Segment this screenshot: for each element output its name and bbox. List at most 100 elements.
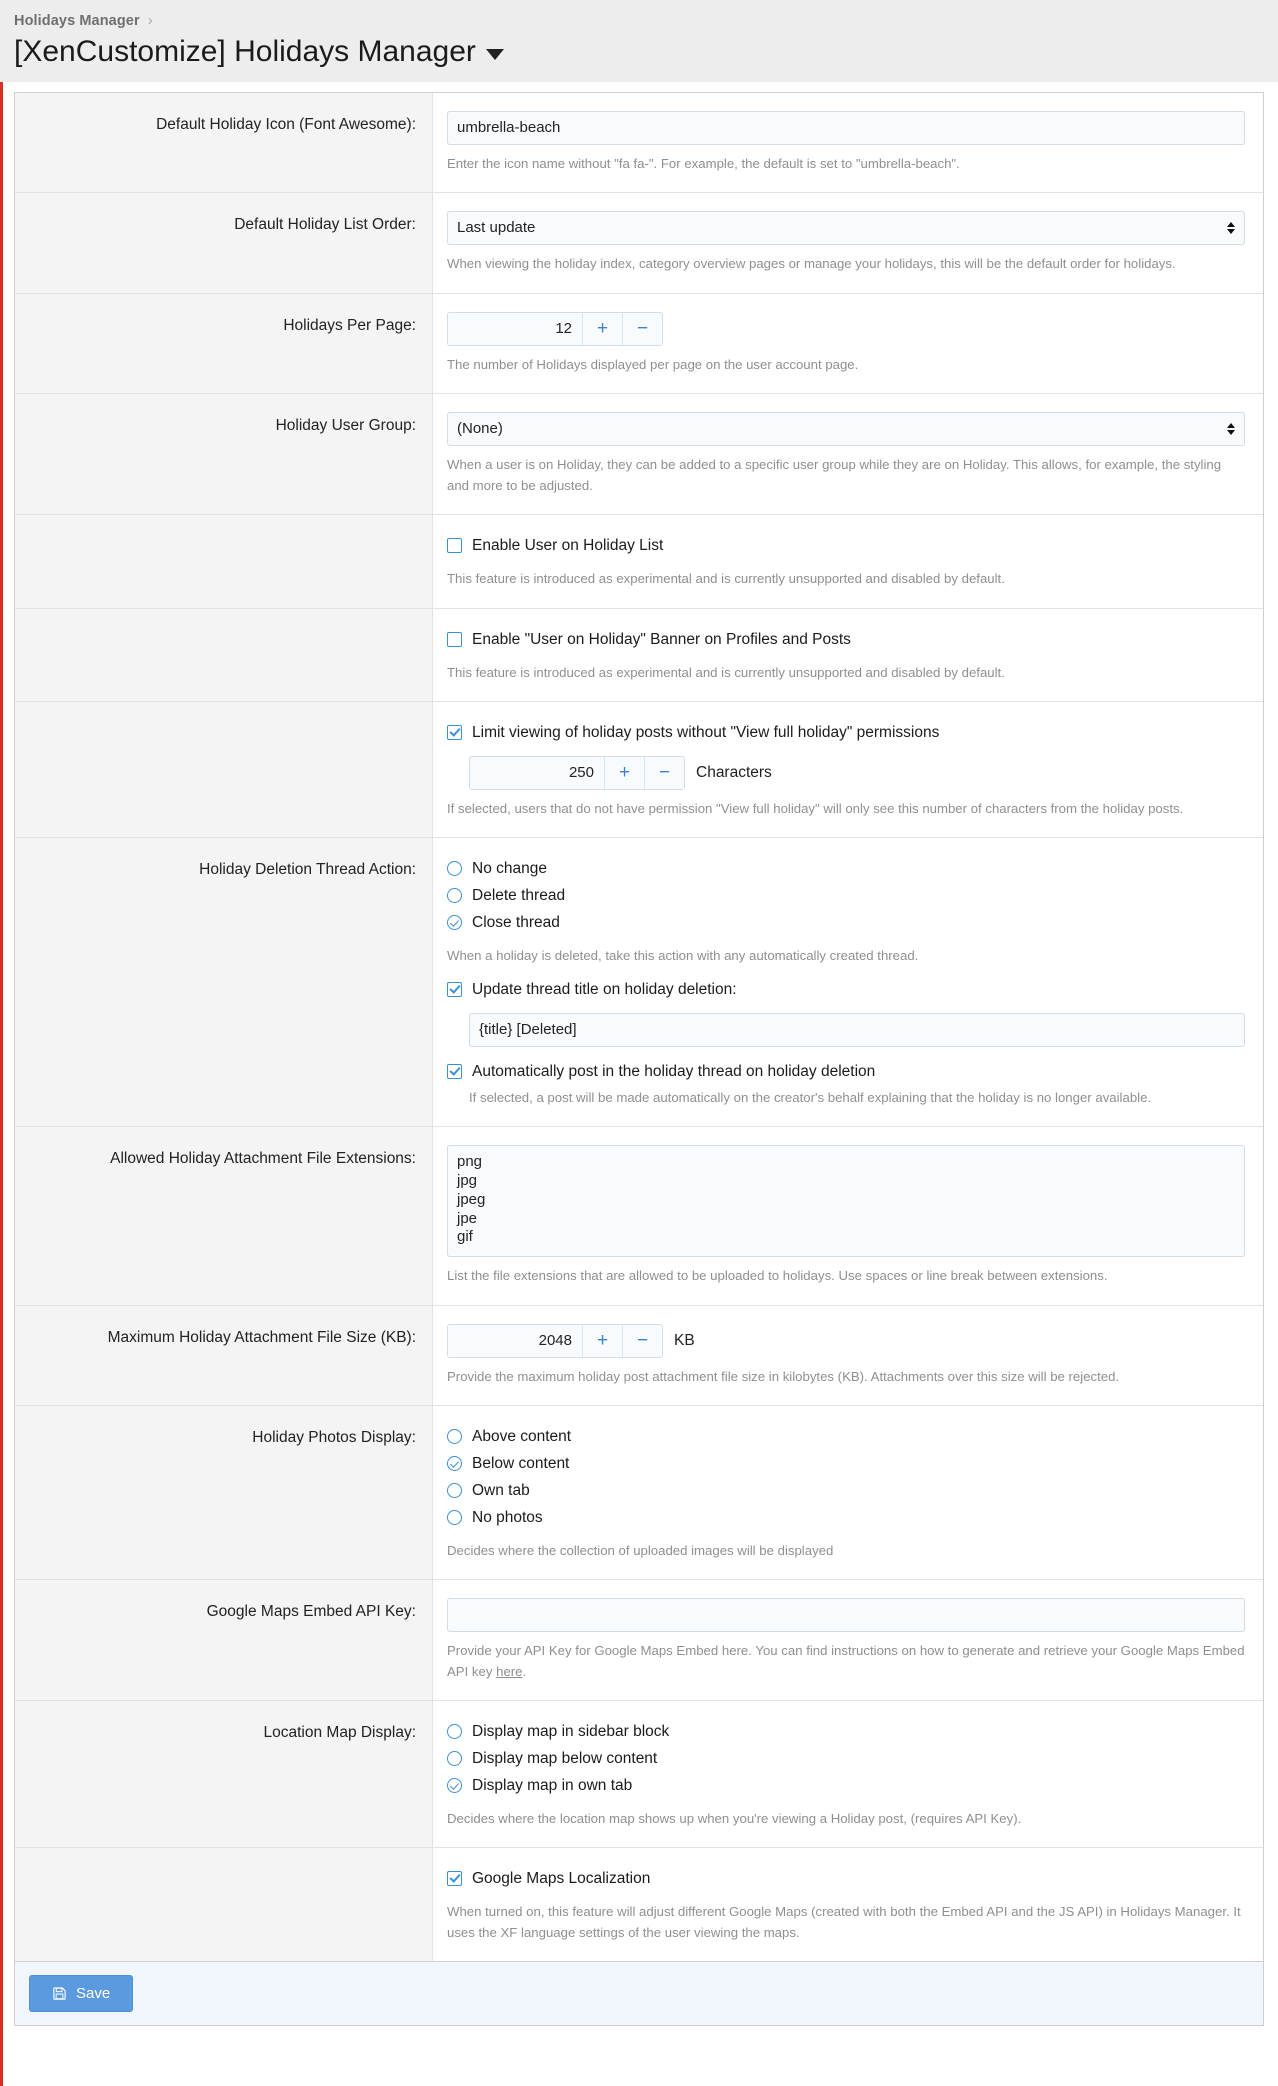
radio-checked-icon[interactable] [447, 915, 462, 931]
maps-api-key-input[interactable] [447, 1598, 1245, 1633]
limit-viewing-checkbox-row[interactable]: Limit viewing of holiday posts without "… [447, 720, 1245, 747]
explain-map-display: Decides where the location map shows up … [447, 1810, 1022, 1826]
field-photos-display: Above content Below content Own tab No p… [433, 1406, 1263, 1580]
radio-option-map-sidebar-label: Display map in sidebar block [472, 1723, 670, 1741]
radio-option-close-thread-label: Close thread [472, 914, 560, 932]
limit-viewing-decrement-button[interactable]: − [644, 756, 684, 789]
select-arrows-icon [1227, 423, 1235, 436]
row-maps-api-key: Google Maps Embed API Key: Provide your … [15, 1580, 1263, 1702]
checkbox-checked-icon[interactable] [447, 981, 462, 997]
radio-option-no-photos[interactable]: No photos [447, 1505, 1245, 1532]
enable-user-holiday-list-checkbox-row[interactable]: Enable User on Holiday List [447, 533, 1245, 560]
limit-viewing-increment-button[interactable]: + [604, 756, 644, 789]
holidays-per-page-spinner: 12 + − [447, 311, 663, 346]
photos-display-radio-group: Above content Below content Own tab No p… [447, 1424, 1245, 1532]
row-map-display: Location Map Display: Display map in sid… [15, 1701, 1263, 1849]
radio-option-close-thread[interactable]: Close thread [447, 910, 1245, 937]
field-enable-holiday-banner: Enable "User on Holiday" Banner on Profi… [433, 608, 1263, 702]
auto-post-label: Automatically post in the holiday thread… [472, 1062, 876, 1080]
checkbox-checked-icon[interactable] [447, 1871, 462, 1887]
explain-max-attachment-size: Provide the maximum holiday post attachm… [447, 1368, 1120, 1384]
holidays-per-page-input[interactable]: 12 [448, 312, 582, 345]
default-list-order-select[interactable]: Last update [447, 211, 1245, 246]
maps-localization-checkbox-row[interactable]: Google Maps Localization [447, 1866, 1245, 1893]
field-deletion-thread-action: No change Delete thread Close thread Whe… [433, 838, 1263, 1127]
save-button-label: Save [76, 1985, 111, 2003]
radio-option-map-own-tab[interactable]: Display map in own tab [447, 1773, 1245, 1800]
allowed-extensions-textarea[interactable]: png jpg jpeg jpe gif [447, 1145, 1245, 1258]
radio-icon[interactable] [447, 1429, 462, 1445]
max-attachment-size-increment-button[interactable]: + [582, 1324, 622, 1357]
radio-option-map-sidebar[interactable]: Display map in sidebar block [447, 1719, 1245, 1746]
explain-allowed-extensions: List the file extensions that are allowe… [447, 1268, 1108, 1284]
auto-post-checkbox-row[interactable]: Automatically post in the holiday thread… [447, 1059, 1245, 1086]
row-enable-user-holiday-list: Enable User on Holiday List This feature… [15, 515, 1263, 609]
row-max-attachment-size: Maximum Holiday Attachment File Size (KB… [15, 1305, 1263, 1407]
radio-icon[interactable] [447, 888, 462, 904]
row-allowed-extensions: Allowed Holiday Attachment File Extensio… [15, 1127, 1263, 1306]
save-button[interactable]: Save [29, 1975, 134, 2013]
checkbox-icon[interactable] [447, 538, 462, 554]
radio-option-above-content-label: Above content [472, 1428, 572, 1446]
explain-enable-user-holiday-list: This feature is introduced as experiment… [447, 571, 1005, 587]
label-default-holiday-icon: Default Holiday Icon (Font Awesome): [15, 93, 433, 193]
label-map-display: Location Map Display: [15, 1701, 433, 1848]
label-max-attachment-size: Maximum Holiday Attachment File Size (KB… [15, 1305, 433, 1406]
label-holidays-per-page: Holidays Per Page: [15, 293, 433, 394]
radio-icon[interactable] [447, 1751, 462, 1767]
max-attachment-size-decrement-button[interactable]: − [622, 1324, 662, 1357]
holiday-user-group-selected-value: (None) [457, 420, 503, 438]
explain-deletion-thread-action: When a holiday is deleted, take this act… [447, 948, 919, 964]
radio-option-map-below-content[interactable]: Display map below content [447, 1746, 1245, 1773]
radio-option-delete-thread[interactable]: Delete thread [447, 883, 1245, 910]
checkbox-checked-icon[interactable] [447, 1063, 462, 1079]
update-thread-title-label: Update thread title on holiday deletion: [472, 980, 737, 998]
field-map-display: Display map in sidebar block Display map… [433, 1701, 1263, 1848]
row-default-list-order: Default Holiday List Order: Last update … [15, 193, 1263, 294]
update-thread-title-checkbox-row[interactable]: Update thread title on holiday deletion: [447, 977, 1245, 1004]
radio-icon[interactable] [447, 861, 462, 877]
label-maps-localization [15, 1848, 433, 1962]
radio-checked-icon[interactable] [447, 1778, 462, 1794]
checkbox-icon[interactable] [447, 631, 462, 647]
explain-maps-localization: When turned on, this feature will adjust… [447, 1904, 1241, 1940]
row-limit-viewing: Limit viewing of holiday posts without "… [15, 702, 1263, 839]
field-holidays-per-page: 12 + − The number of Holidays displayed … [433, 293, 1263, 394]
update-thread-title-input-wrap: {title} [Deleted] [469, 1012, 1245, 1047]
row-photos-display: Holiday Photos Display: Above content Be… [15, 1406, 1263, 1581]
holidays-per-page-decrement-button[interactable]: − [622, 312, 662, 345]
radio-option-own-tab[interactable]: Own tab [447, 1478, 1245, 1505]
label-deletion-thread-action: Holiday Deletion Thread Action: [15, 838, 433, 1127]
limit-viewing-spinner: 250 + − [469, 755, 685, 790]
checkbox-checked-icon[interactable] [447, 725, 462, 741]
explain-default-list-order: When viewing the holiday index, category… [447, 256, 1176, 272]
label-enable-holiday-banner [15, 608, 433, 702]
breadcrumb-item-holidays-manager[interactable]: Holidays Manager [14, 13, 140, 29]
enable-holiday-banner-checkbox-row[interactable]: Enable "User on Holiday" Banner on Profi… [447, 627, 1245, 654]
explain-enable-holiday-banner: This feature is introduced as experiment… [447, 664, 1005, 680]
update-thread-title-input[interactable]: {title} [Deleted] [469, 1012, 1245, 1047]
default-holiday-icon-input[interactable]: umbrella-beach [447, 111, 1245, 145]
max-attachment-size-input[interactable]: 2048 [448, 1324, 582, 1357]
holidays-per-page-increment-button[interactable]: + [582, 312, 622, 345]
explain-holiday-user-group: When a user is on Holiday, they can be a… [447, 457, 1222, 493]
radio-checked-icon[interactable] [447, 1456, 462, 1472]
limit-viewing-stepper: 250 + − Characters [469, 755, 1245, 790]
radio-option-below-content[interactable]: Below content [447, 1451, 1245, 1478]
holiday-user-group-select[interactable]: (None) [447, 412, 1245, 447]
explain-photos-display: Decides where the collection of uploaded… [447, 1542, 834, 1558]
chevron-down-icon[interactable] [485, 49, 504, 60]
maps-api-key-help-link[interactable]: here [496, 1664, 522, 1679]
radio-option-below-content-label: Below content [472, 1455, 570, 1473]
radio-icon[interactable] [447, 1483, 462, 1498]
radio-icon[interactable] [447, 1509, 462, 1525]
field-holiday-user-group: (None) When a user is on Holiday, they c… [433, 394, 1263, 515]
limit-viewing-input[interactable]: 250 [470, 756, 604, 789]
radio-option-no-photos-label: No photos [472, 1508, 543, 1526]
explain-auto-post: If selected, a post will be made automat… [469, 1090, 1152, 1106]
radio-option-above-content[interactable]: Above content [447, 1424, 1245, 1451]
field-max-attachment-size: 2048 + − KB Provide the maximum holiday … [433, 1305, 1263, 1406]
radio-icon[interactable] [447, 1724, 462, 1740]
row-deletion-thread-action: Holiday Deletion Thread Action: No chang… [15, 838, 1263, 1128]
radio-option-no-change[interactable]: No change [447, 856, 1245, 883]
